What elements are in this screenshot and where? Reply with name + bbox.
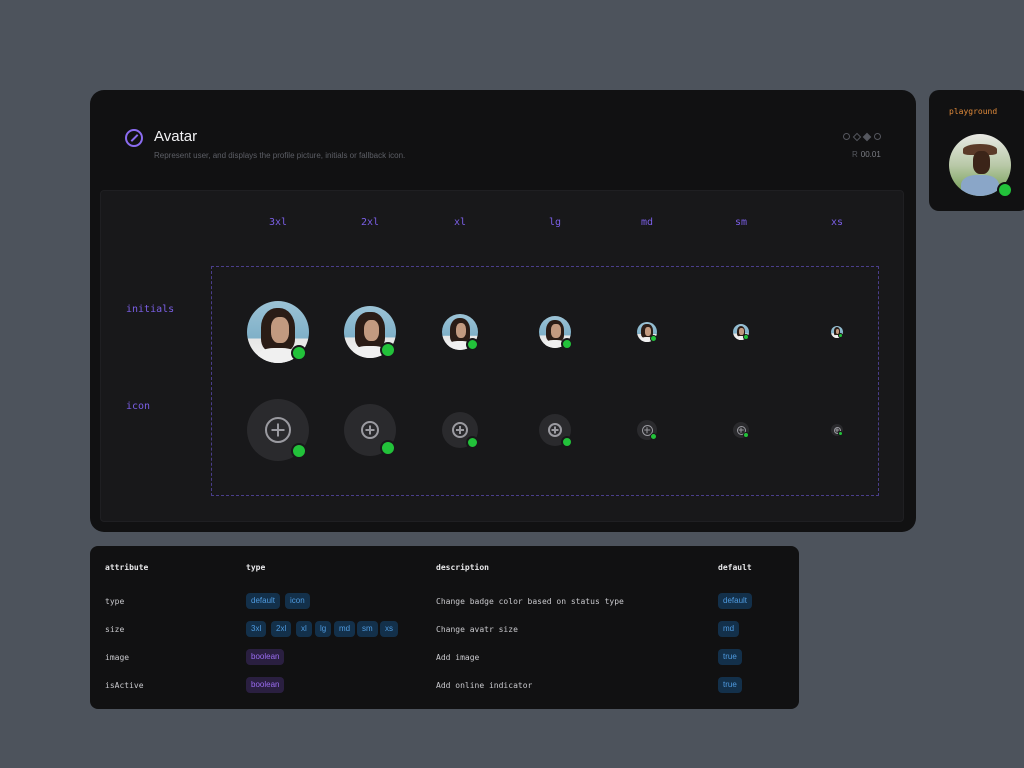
page-subtitle: Represent user, and displays the profile… xyxy=(154,151,406,160)
header-default: default xyxy=(718,563,752,572)
size-label-sm: sm xyxy=(734,217,748,228)
diamond-filled-icon xyxy=(862,132,872,141)
avatar-shirt xyxy=(961,174,999,196)
plus-vertical xyxy=(277,423,279,437)
diamond-icon xyxy=(852,132,862,141)
avatar-face xyxy=(972,151,990,174)
version-label: R 00.01 xyxy=(852,150,881,159)
description-isActive: Add online indicator xyxy=(436,681,533,690)
description-type: Change badge color based on status type xyxy=(436,597,624,606)
type-chip-xs: xs xyxy=(380,621,398,637)
plus-circle-icon xyxy=(265,417,291,443)
size-label-2xl: 2xl xyxy=(360,217,380,228)
plus-vertical xyxy=(459,426,461,434)
version-number: 00.01 xyxy=(860,150,881,159)
type-chip-xl: xl xyxy=(296,621,312,637)
size-label-3xl: 3xl xyxy=(268,217,288,228)
type-chip-boolean: boolean xyxy=(246,677,285,693)
plus-vertical xyxy=(369,425,371,435)
header-type: type xyxy=(246,563,266,572)
avatar-face xyxy=(270,317,290,344)
default-chip-size: md xyxy=(718,621,740,637)
status-dots xyxy=(843,132,881,141)
variants-frame xyxy=(211,266,879,496)
playground-label: playground xyxy=(949,107,998,116)
size-label-xl: xl xyxy=(453,217,467,228)
type-chip-lg: lg xyxy=(315,621,332,637)
type-chip-default: default xyxy=(246,593,281,609)
avatar-face xyxy=(644,327,651,336)
dot-icon xyxy=(874,133,881,140)
description-image: Add image xyxy=(436,653,480,662)
dot-icon xyxy=(843,133,850,140)
type-chip-2xl: 2xl xyxy=(271,621,292,637)
plus-circle-icon xyxy=(361,421,379,439)
plus-vertical xyxy=(554,426,556,434)
online-indicator xyxy=(560,435,573,448)
plus-vertical xyxy=(740,427,742,433)
size-label-md: md xyxy=(640,217,654,228)
header-description: description xyxy=(436,563,489,572)
page-title: Avatar xyxy=(154,128,198,145)
attribute-size: size xyxy=(105,625,125,634)
plus-vertical xyxy=(646,427,648,433)
default-chip-isActive: true xyxy=(718,677,742,693)
online-indicator xyxy=(560,337,573,350)
version-prefix: R xyxy=(852,150,858,159)
type-chip-boolean: boolean xyxy=(246,649,285,665)
avatar-face xyxy=(363,319,380,342)
avatar-component-icon xyxy=(125,129,143,147)
row-label-icon: icon xyxy=(126,401,151,412)
type-chip-3xl: 3xl xyxy=(246,621,267,637)
avatar-face xyxy=(551,324,561,338)
plus-circle-icon xyxy=(548,423,562,437)
attribute-isActive: isActive xyxy=(105,681,144,690)
attribute-image: image xyxy=(105,653,130,662)
type-chip-icon: icon xyxy=(285,593,310,609)
row-label-initials: initials xyxy=(126,304,175,315)
online-indicator xyxy=(997,182,1013,198)
attribute-type: type xyxy=(105,597,125,606)
description-size: Change avatr size xyxy=(436,625,518,634)
header-attribute: attribute xyxy=(105,563,149,572)
type-chip-sm: sm xyxy=(357,621,378,637)
size-label-lg: lg xyxy=(548,217,562,228)
default-chip-image: true xyxy=(718,649,742,665)
default-chip-type: default xyxy=(718,593,753,609)
plus-vertical xyxy=(836,428,838,432)
plus-circle-icon xyxy=(452,422,468,438)
size-label-xs: xs xyxy=(830,217,844,228)
type-chip-md: md xyxy=(334,621,356,637)
